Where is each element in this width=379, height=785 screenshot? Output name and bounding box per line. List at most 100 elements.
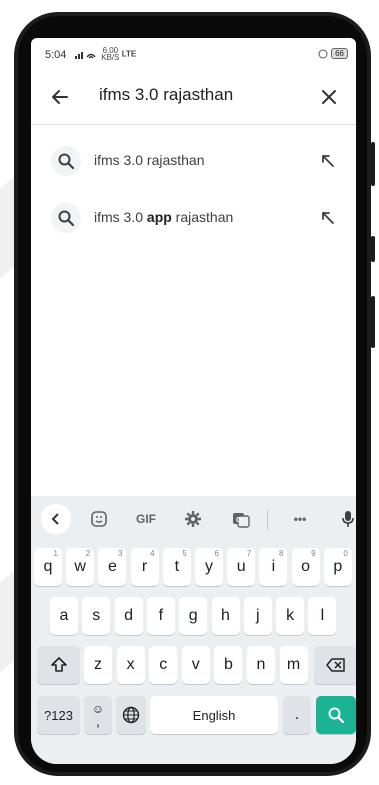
microphone-icon bbox=[342, 511, 354, 527]
fill-query-button[interactable] bbox=[316, 149, 340, 173]
collapse-toolbar-button[interactable] bbox=[41, 504, 71, 534]
suggestion-item[interactable]: ifms 3.0 app rajasthan bbox=[31, 193, 356, 243]
suggestion-text: ifms 3.0 app rajasthan bbox=[94, 209, 233, 225]
key-hint: 1 bbox=[53, 549, 58, 558]
suggestion-bold: app bbox=[146, 209, 172, 225]
key-label: w bbox=[74, 558, 86, 575]
network-unit: KB/S bbox=[101, 53, 120, 62]
search-bar: ifms 3.0 rajasthan bbox=[31, 74, 356, 122]
battery-area: 66 bbox=[318, 48, 348, 59]
side-button bbox=[371, 296, 375, 348]
key-b[interactable]: b bbox=[214, 646, 243, 684]
key-v[interactable]: v bbox=[181, 646, 210, 684]
key-o[interactable]: o9 bbox=[291, 548, 320, 586]
suggestion-text: ifms 3.0 rajasthan bbox=[94, 152, 205, 168]
arrow-up-left-icon bbox=[322, 212, 334, 224]
key-hint: 0 bbox=[343, 549, 348, 558]
key-c[interactable]: c bbox=[149, 646, 178, 684]
alarm-icon bbox=[318, 49, 328, 58]
space-key[interactable]: English bbox=[150, 696, 278, 734]
key-g[interactable]: g bbox=[179, 597, 208, 635]
key-hint: 2 bbox=[85, 549, 91, 558]
svg-text:G: G bbox=[236, 517, 242, 524]
shift-key[interactable] bbox=[37, 646, 80, 684]
network-type: LTE bbox=[121, 49, 137, 59]
suggestion-prefix: ifms 3.0 bbox=[94, 209, 147, 225]
arrow-back-icon bbox=[52, 90, 68, 104]
search-input[interactable]: ifms 3.0 rajasthan bbox=[99, 85, 233, 105]
key-u[interactable]: u7 bbox=[227, 548, 256, 586]
search-icon bbox=[328, 707, 345, 724]
search-divider bbox=[31, 124, 356, 125]
key-i[interactable]: i8 bbox=[259, 548, 288, 586]
key-label: i bbox=[271, 558, 276, 575]
keyboard: GIF G ••• q1w2e3r4t5y6u7i8o9p0 asdfghjkl… bbox=[31, 496, 356, 764]
key-y[interactable]: y6 bbox=[195, 548, 223, 586]
settings-button[interactable] bbox=[178, 504, 208, 534]
clear-button[interactable] bbox=[314, 82, 344, 112]
symbols-key[interactable]: ?123 bbox=[37, 696, 80, 734]
key-f[interactable]: f bbox=[146, 597, 175, 635]
comma-label: , bbox=[96, 713, 100, 729]
key-label: t bbox=[174, 558, 180, 575]
search-key[interactable] bbox=[316, 696, 356, 734]
key-label: u bbox=[236, 558, 246, 575]
key-hint: 4 bbox=[150, 549, 155, 558]
period-key[interactable]: . bbox=[283, 696, 311, 734]
search-icon bbox=[51, 146, 81, 176]
battery-indicator: 66 bbox=[331, 48, 348, 59]
gif-button[interactable]: GIF bbox=[131, 504, 161, 534]
key-t[interactable]: t5 bbox=[162, 548, 191, 586]
key-label: q bbox=[43, 558, 53, 575]
sticker-icon bbox=[91, 511, 107, 527]
toolbar-divider bbox=[267, 510, 268, 530]
key-label: r bbox=[141, 558, 148, 575]
key-x[interactable]: x bbox=[116, 646, 145, 684]
backspace-key[interactable] bbox=[314, 646, 356, 684]
suggestion-item[interactable]: ifms 3.0 rajasthan bbox=[31, 136, 356, 186]
key-hint: 7 bbox=[246, 549, 252, 558]
signal-icon bbox=[75, 52, 96, 59]
key-q[interactable]: q1 bbox=[34, 548, 62, 586]
backspace-icon bbox=[325, 658, 345, 672]
key-k[interactable]: k bbox=[276, 597, 305, 635]
gear-icon bbox=[185, 511, 201, 527]
chevron-left-icon bbox=[51, 513, 59, 525]
search-icon bbox=[51, 203, 81, 233]
key-label: e bbox=[107, 558, 117, 575]
key-j[interactable]: j bbox=[243, 597, 272, 635]
status-time: 5:04 bbox=[45, 49, 67, 61]
shift-icon bbox=[50, 657, 67, 672]
keyboard-toolbar: GIF G ••• bbox=[31, 496, 356, 540]
key-e[interactable]: e3 bbox=[98, 548, 127, 586]
key-m[interactable]: m bbox=[279, 646, 308, 684]
key-hint: 8 bbox=[278, 549, 284, 558]
emoji-comma-key[interactable]: ☺ , bbox=[84, 696, 112, 734]
phone-screen: 5:04 6.00 KB/S LTE 66 ifms 3.0 rajasthan… bbox=[31, 38, 356, 764]
key-hint: 6 bbox=[214, 549, 219, 558]
key-hint: 3 bbox=[117, 549, 123, 558]
key-label: o bbox=[301, 558, 311, 575]
power-button bbox=[371, 236, 375, 262]
translate-button[interactable]: G bbox=[226, 504, 256, 534]
arrow-up-left-icon bbox=[322, 155, 334, 167]
key-r[interactable]: r4 bbox=[130, 548, 159, 586]
volume-button bbox=[371, 142, 375, 186]
key-label: p bbox=[333, 558, 343, 575]
key-h[interactable]: h bbox=[211, 597, 240, 635]
back-button[interactable] bbox=[45, 82, 75, 112]
key-n[interactable]: n bbox=[247, 646, 275, 684]
fill-query-button[interactable] bbox=[316, 206, 340, 230]
key-w[interactable]: w2 bbox=[66, 548, 95, 586]
key-s[interactable]: s bbox=[82, 597, 111, 635]
more-button[interactable]: ••• bbox=[285, 504, 315, 534]
key-l[interactable]: l bbox=[308, 597, 337, 635]
key-p[interactable]: p0 bbox=[323, 548, 352, 586]
voice-input-button[interactable] bbox=[333, 504, 356, 534]
key-d[interactable]: d bbox=[114, 597, 143, 635]
sticker-button[interactable] bbox=[84, 504, 114, 534]
key-a[interactable]: a bbox=[50, 597, 78, 635]
key-z[interactable]: z bbox=[84, 646, 112, 684]
language-key[interactable] bbox=[116, 696, 146, 734]
translate-icon: G bbox=[233, 513, 250, 528]
